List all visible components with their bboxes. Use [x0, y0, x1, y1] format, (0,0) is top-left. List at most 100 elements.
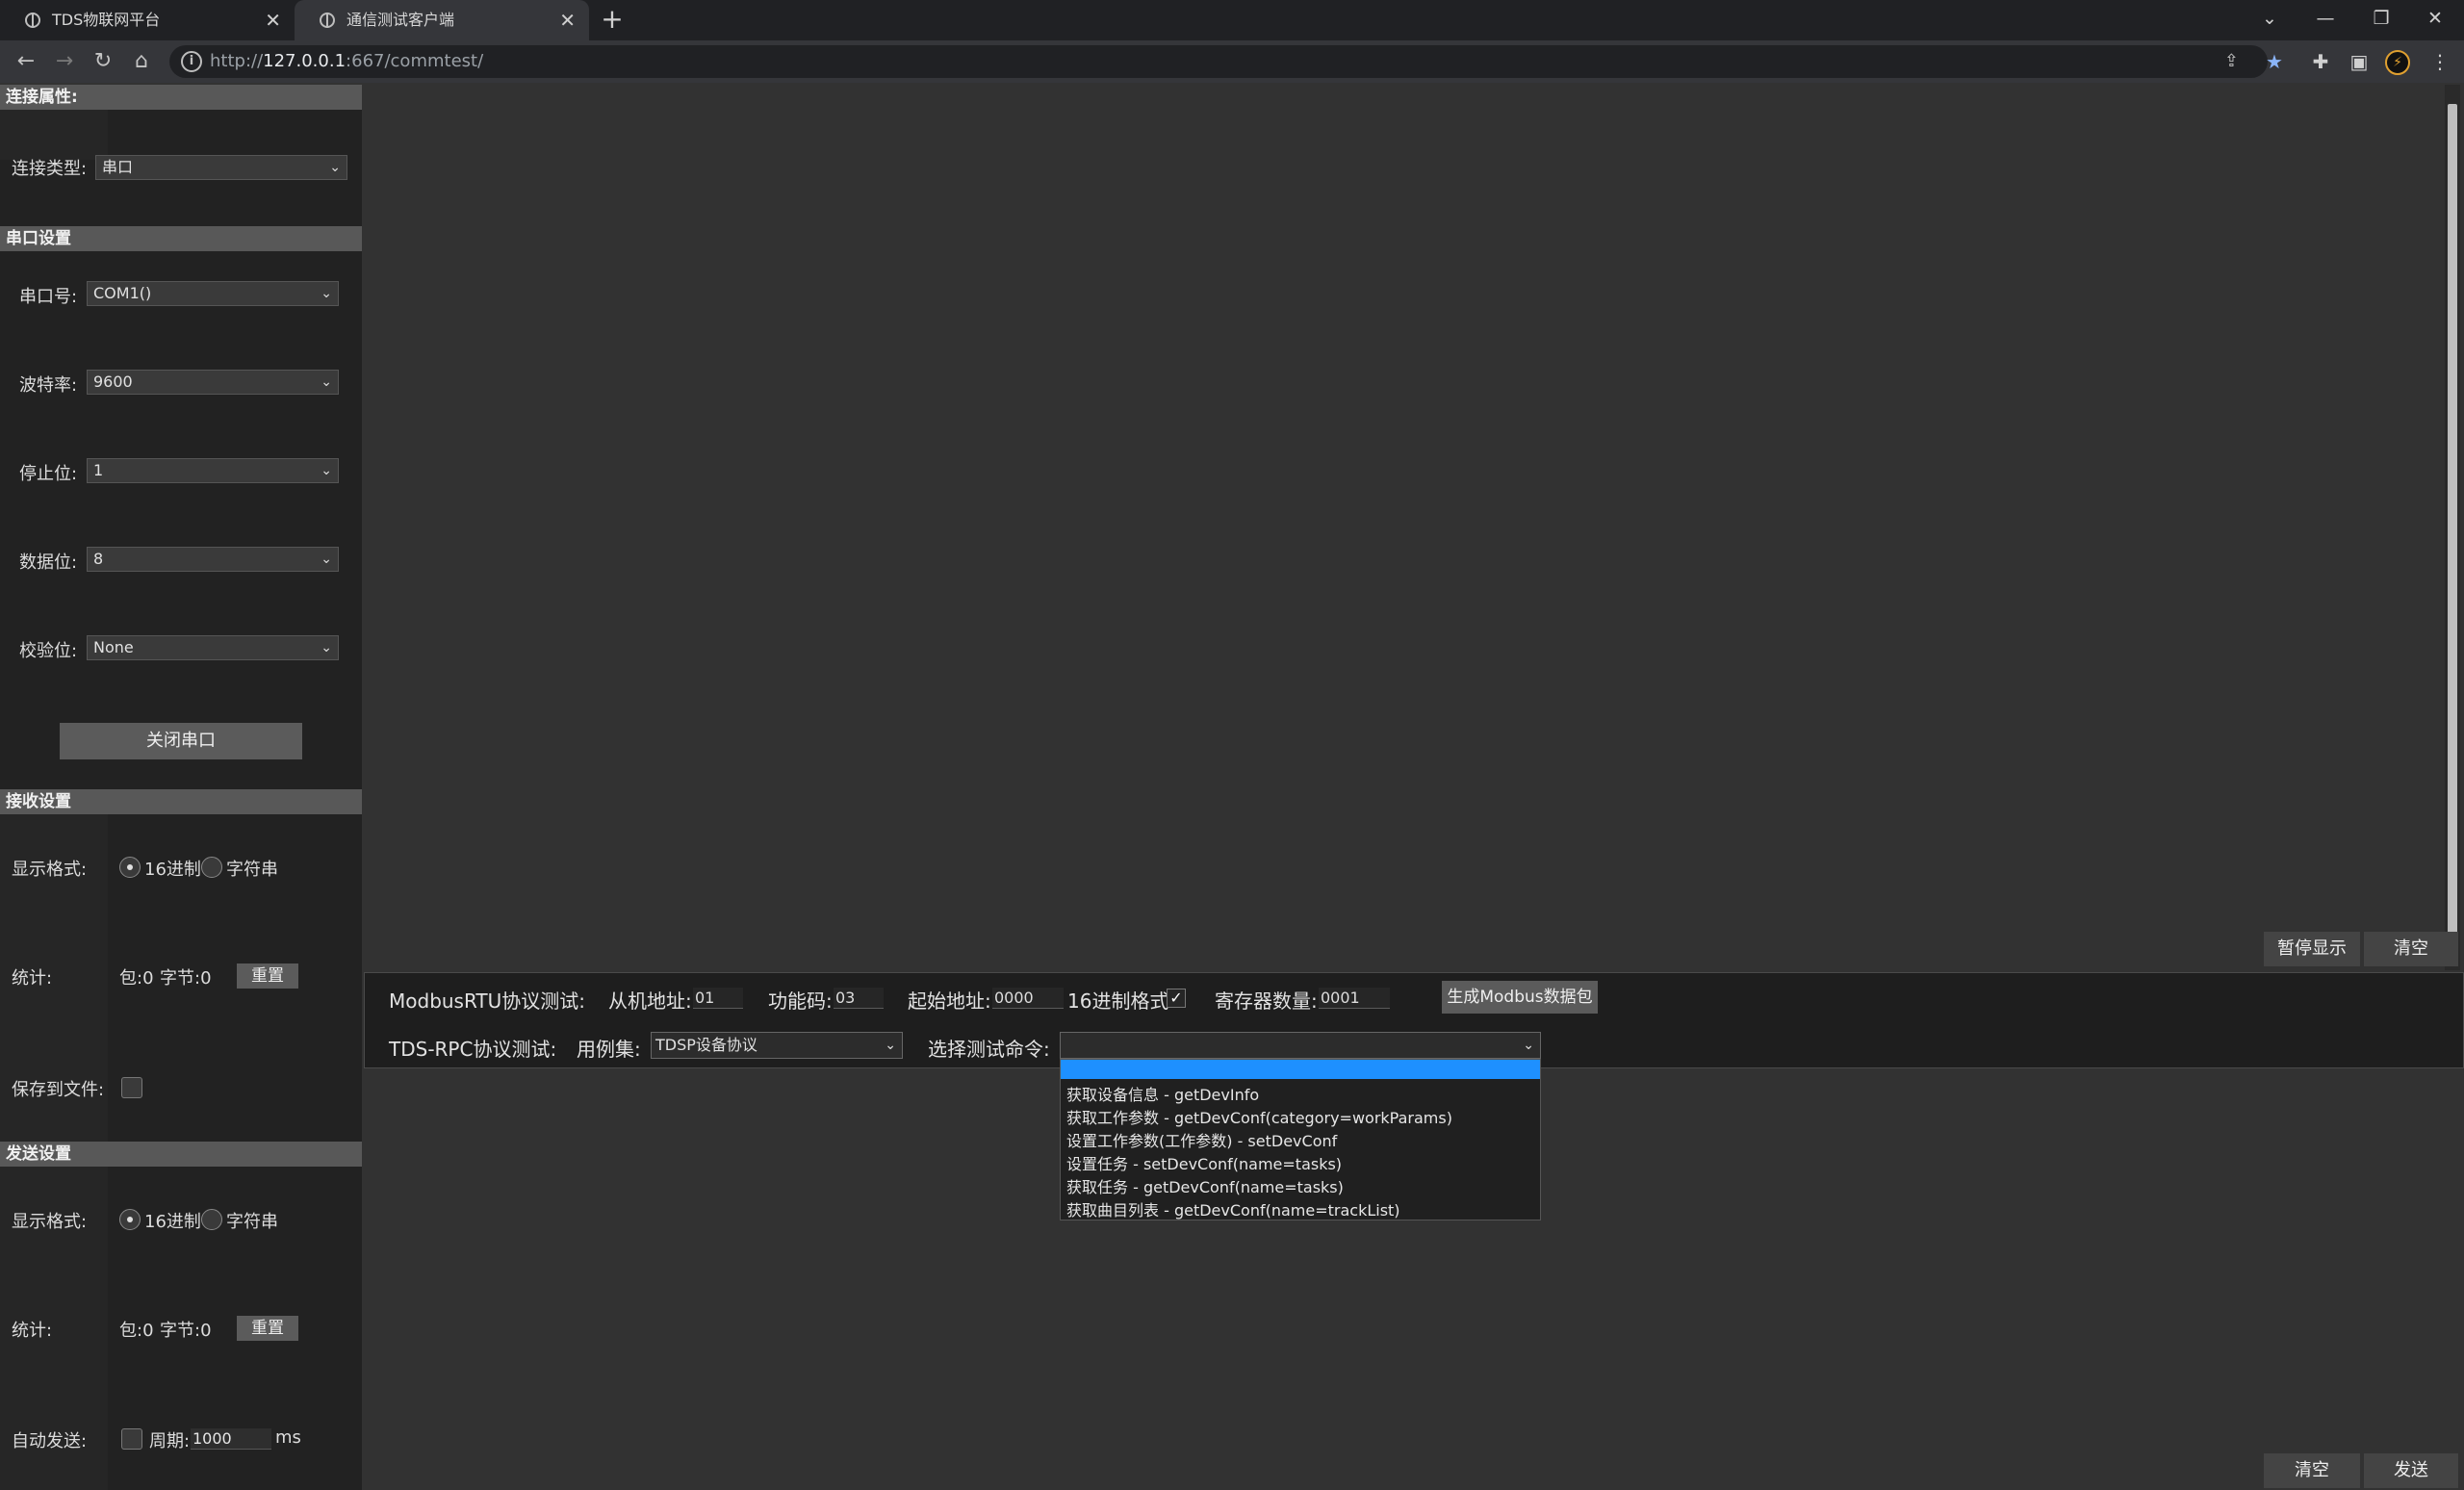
address-bar[interactable]: i http://127.0.0.1:667/commtest/ ⇪: [169, 45, 2268, 78]
baud-value: 9600: [93, 372, 133, 391]
chevron-down-icon: ⌄: [321, 463, 332, 478]
chevron-down-icon: ⌄: [885, 1038, 896, 1053]
databits-label: 数据位:: [19, 552, 78, 573]
save-to-file-checkbox[interactable]: [121, 1077, 142, 1098]
chevron-down-icon: ⌄: [1523, 1038, 1534, 1053]
stopbits-value: 1: [93, 461, 104, 479]
tab-comm-test[interactable]: 通信测试客户端 ✕: [295, 0, 589, 40]
dropdown-option[interactable]: 获取曲目列表 - getDevConf(name=trackList): [1066, 1197, 1400, 1220]
conn-type-select[interactable]: 串口 ⌄: [95, 155, 347, 180]
dropdown-option-empty-highlighted[interactable]: [1061, 1060, 1540, 1079]
send-button[interactable]: 发送: [2364, 1453, 2458, 1488]
parity-select[interactable]: None ⌄: [87, 635, 339, 660]
register-count-input[interactable]: 0001: [1319, 988, 1390, 1009]
vertical-scrollbar[interactable]: [2445, 85, 2460, 970]
pause-display-button[interactable]: 暂停显示: [2264, 932, 2360, 966]
stopbits-select[interactable]: 1 ⌄: [87, 458, 339, 483]
recv-hex-radio[interactable]: [119, 857, 141, 878]
databits-value: 8: [93, 550, 104, 568]
start-address-label: 起始地址:: [908, 989, 991, 1013]
recv-packet-count: 包:0: [119, 968, 154, 989]
test-command-label: 选择测试命令:: [928, 1038, 1050, 1061]
back-icon[interactable]: ←: [12, 40, 40, 83]
bookmark-star-icon[interactable]: ★: [2260, 40, 2289, 83]
period-label: 周期:: [149, 1431, 191, 1451]
globe-icon: [320, 13, 335, 28]
tab-title: TDS物联网平台: [52, 11, 161, 29]
window-close-button[interactable]: ✕: [2416, 0, 2454, 40]
dropdown-option[interactable]: 设置工作参数(工作参数) - setDevConf: [1066, 1128, 1337, 1151]
new-tab-button[interactable]: +: [601, 0, 624, 40]
recv-reset-button[interactable]: 重置: [237, 963, 298, 989]
hex-format-checkbox[interactable]: ✓: [1167, 989, 1186, 1008]
dropdown-option[interactable]: 获取设备信息 - getDevInfo: [1066, 1082, 1259, 1105]
send-byte-count: 字节:0: [160, 1321, 212, 1341]
auto-send-label: 自动发送:: [12, 1431, 88, 1451]
conn-type-label: 连接类型:: [12, 159, 88, 179]
scrollbar-thumb[interactable]: [2448, 104, 2457, 951]
generate-modbus-button[interactable]: 生成Modbus数据包: [1442, 981, 1598, 1014]
send-hex-radio[interactable]: [119, 1209, 141, 1230]
dropdown-option[interactable]: 获取工作参数 - getDevConf(category=workParams): [1066, 1105, 1452, 1128]
baud-label: 波特率:: [19, 375, 78, 396]
send-reset-button[interactable]: 重置: [237, 1316, 298, 1341]
slave-address-input[interactable]: 01: [693, 988, 743, 1009]
chevron-down-icon: ⌄: [321, 286, 332, 301]
clear-display-button[interactable]: 清空: [2364, 932, 2458, 966]
recv-string-label: 字符串: [226, 860, 278, 880]
dropdown-option[interactable]: 获取任务 - getDevConf(name=tasks): [1066, 1174, 1344, 1197]
url-text: http://127.0.0.1:667/commtest/: [210, 51, 484, 71]
save-to-file-label: 保存到文件:: [12, 1080, 105, 1100]
minimize-button[interactable]: —: [2306, 0, 2345, 40]
hex-format-label: 16进制格式: [1067, 989, 1169, 1013]
period-input[interactable]: 1000: [191, 1428, 271, 1450]
reload-icon[interactable]: ↻: [89, 40, 117, 83]
case-set-select[interactable]: TDSP设备协议 ⌄: [651, 1032, 903, 1059]
forward-icon[interactable]: →: [50, 40, 79, 83]
recv-format-label: 显示格式:: [12, 860, 88, 880]
section-header-connection: 连接属性:: [0, 85, 362, 110]
conn-type-value: 串口: [102, 158, 134, 176]
test-command-dropdown-list: 获取设备信息 - getDevInfo 获取工作参数 - getDevConf(…: [1060, 1059, 1541, 1220]
port-value: COM1(): [93, 284, 152, 302]
side-panel-icon[interactable]: ▣: [2345, 40, 2374, 83]
section-header-serial: 串口设置: [0, 226, 362, 251]
info-icon[interactable]: i: [181, 51, 202, 72]
databits-select[interactable]: 8 ⌄: [87, 547, 339, 572]
baud-select[interactable]: 9600 ⌄: [87, 370, 339, 395]
settings-sidebar: 连接属性: 连接类型: 串口 ⌄ 串口设置 串口号: COM1() ⌄ 波特率:…: [0, 85, 362, 1490]
send-packet-count: 包:0: [119, 1321, 154, 1341]
label-column: [0, 110, 108, 160]
receive-display[interactable]: [364, 85, 2445, 970]
close-icon[interactable]: ✕: [265, 0, 281, 40]
auto-send-checkbox[interactable]: [121, 1428, 142, 1450]
close-icon[interactable]: ✕: [559, 0, 576, 40]
start-address-input[interactable]: 0000: [992, 988, 1064, 1009]
parity-value: None: [93, 638, 134, 656]
profile-avatar-icon[interactable]: ⚡: [2385, 50, 2410, 75]
globe-icon: [25, 13, 40, 28]
recv-string-radio[interactable]: [201, 857, 222, 878]
tab-tds-platform[interactable]: TDS物联网平台 ✕: [0, 0, 295, 40]
send-string-radio[interactable]: [201, 1209, 222, 1230]
parity-label: 校验位:: [19, 641, 78, 661]
close-port-button[interactable]: 关闭串口: [60, 723, 302, 759]
dropdown-option[interactable]: 设置任务 - setDevConf(name=tasks): [1066, 1151, 1342, 1174]
send-format-label: 显示格式:: [12, 1212, 88, 1232]
recv-byte-count: 字节:0: [160, 968, 212, 989]
share-icon[interactable]: ⇪: [2224, 51, 2239, 71]
tab-strip: TDS物联网平台 ✕ 通信测试客户端 ✕ + ⌄ — ❐ ✕: [0, 0, 2464, 40]
menu-kebab-icon[interactable]: ⋮: [2426, 40, 2454, 83]
chevron-down-icon: ⌄: [321, 640, 332, 655]
rpc-title: TDS-RPC协议测试:: [389, 1038, 557, 1061]
port-select[interactable]: COM1() ⌄: [87, 281, 339, 306]
test-command-select[interactable]: ⌄: [1060, 1032, 1541, 1059]
extensions-icon[interactable]: ✚: [2306, 40, 2335, 83]
restore-button[interactable]: ❐: [2362, 0, 2400, 40]
period-unit: ms: [275, 1427, 301, 1448]
recv-hex-label: 16进制: [144, 860, 201, 880]
home-icon[interactable]: ⌂: [127, 40, 156, 83]
function-code-input[interactable]: 03: [834, 988, 884, 1009]
clear-send-button[interactable]: 清空: [2264, 1453, 2360, 1488]
tab-search-icon[interactable]: ⌄: [2250, 0, 2289, 40]
